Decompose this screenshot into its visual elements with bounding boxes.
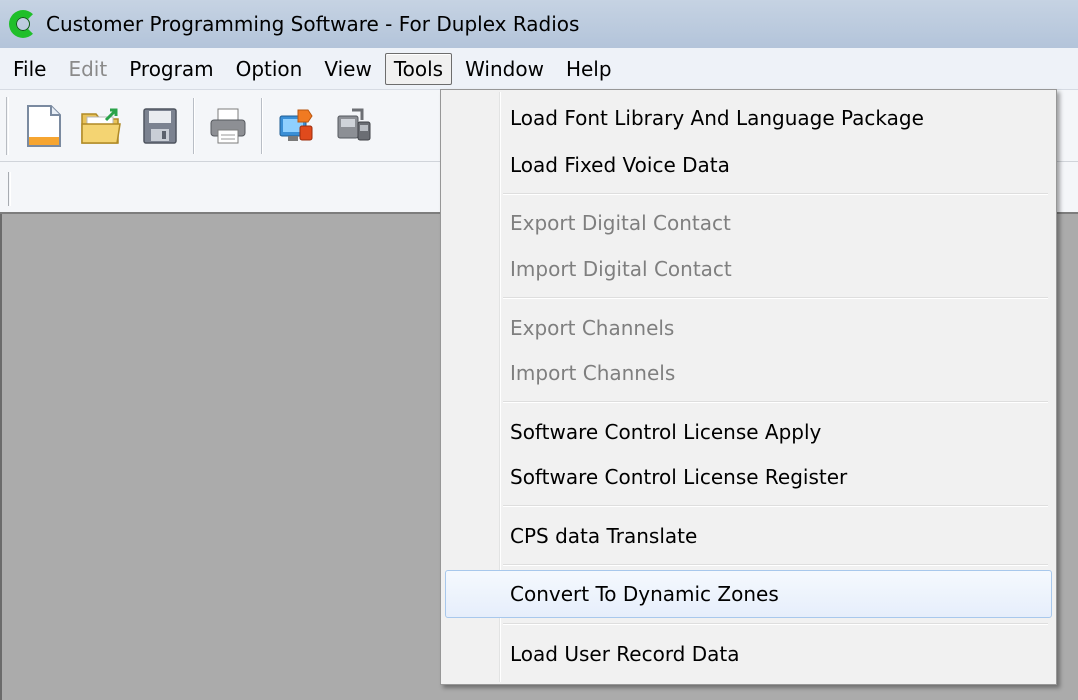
write-to-radio-icon[interactable] [329,99,379,153]
menu-program[interactable]: Program [120,53,222,85]
menu-item-license-apply[interactable]: Software Control License Apply [445,408,1052,456]
menu-separator [503,401,1048,403]
menu-separator [503,297,1048,299]
menu-item-license-register[interactable]: Software Control License Register [445,453,1052,501]
menu-item-load-font-library[interactable]: Load Font Library And Language Package [445,94,1052,142]
menu-separator [503,564,1048,566]
cps-logo-icon[interactable] [8,9,38,39]
menu-option[interactable]: Option [227,53,312,85]
menu-help[interactable]: Help [557,53,621,85]
menu-item-import-digital-contact[interactable]: Import Digital Contact [445,245,1052,293]
menu-bar: File Edit Program Option View Tools Wind… [0,48,1078,90]
menu-item-load-fixed-voice-data[interactable]: Load Fixed Voice Data [445,141,1052,189]
menu-window[interactable]: Window [456,53,553,85]
menu-edit[interactable]: Edit [59,53,116,85]
toolbar-grip[interactable] [6,96,9,155]
menu-file[interactable]: File [4,53,55,85]
toolbar-separator [193,97,195,154]
toolbar-separator [261,97,263,154]
menu-tools[interactable]: Tools [384,52,453,85]
save-icon[interactable] [135,99,185,153]
title-bar: Customer Programming Software - For Dupl… [0,0,1078,48]
read-from-radio-icon[interactable] [271,99,321,153]
menu-item-export-digital-contact[interactable]: Export Digital Contact [445,199,1052,247]
toolbar-grip[interactable] [8,172,11,206]
print-icon[interactable] [203,99,253,153]
new-file-icon[interactable] [19,99,69,153]
open-folder-icon[interactable] [77,99,127,153]
menu-item-convert-dynamic-zones[interactable]: Convert To Dynamic Zones [445,570,1052,618]
tools-dropdown-menu: Load Font Library And Language Package L… [440,89,1057,685]
menu-separator [503,193,1048,195]
menu-item-cps-data-translate[interactable]: CPS data Translate [445,512,1052,560]
menu-item-import-channels[interactable]: Import Channels [445,349,1052,397]
menu-view[interactable]: View [315,53,380,85]
menu-item-load-user-record-data[interactable]: Load User Record Data [445,630,1052,678]
menu-separator [503,505,1048,507]
window-title: Customer Programming Software - For Dupl… [46,12,580,36]
menu-separator [503,623,1048,625]
menu-item-export-channels[interactable]: Export Channels [445,304,1052,352]
